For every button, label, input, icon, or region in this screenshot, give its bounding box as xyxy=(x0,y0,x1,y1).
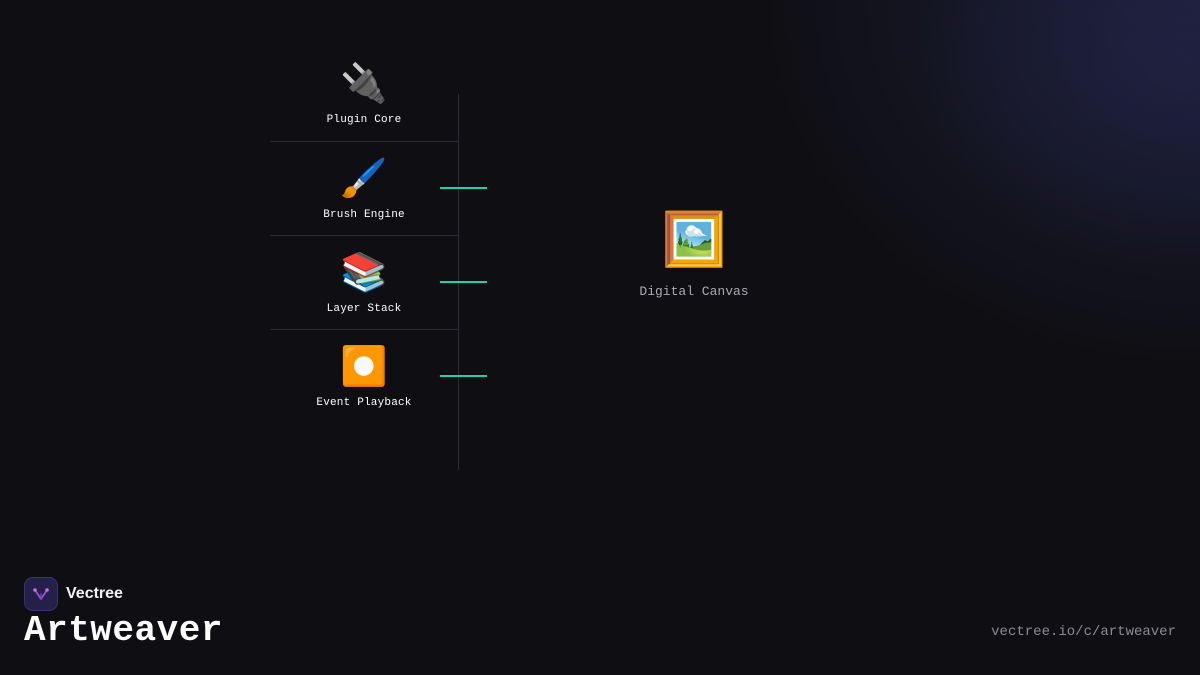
digital-canvas-node: 🖼️ Digital Canvas xyxy=(614,214,774,299)
connector-event-playback xyxy=(440,375,487,377)
canvas-label: Digital Canvas xyxy=(639,284,749,299)
plug-icon: 🔌 xyxy=(340,64,388,108)
books-icon: 📚 xyxy=(340,253,388,297)
module-layer-stack: 📚 Layer Stack xyxy=(270,235,458,330)
paintbrush-icon: 🖌️ xyxy=(340,159,388,203)
module-label: Brush Engine xyxy=(323,208,405,221)
module-event-playback: ⏺️ Event Playback xyxy=(270,329,458,424)
framed-picture-icon: 🖼️ xyxy=(661,214,727,273)
module-label: Event Playback xyxy=(316,396,412,409)
brand: Vectree xyxy=(24,577,123,611)
background-glow xyxy=(0,0,1200,675)
module-label: Layer Stack xyxy=(326,302,402,315)
module-plugin-core: 🔌 Plugin Core xyxy=(270,47,458,141)
project-url[interactable]: vectree.io/c/artweaver xyxy=(991,624,1176,640)
vectree-logo-icon xyxy=(24,577,58,611)
module-label: Plugin Core xyxy=(326,113,402,126)
connector-brush-engine xyxy=(440,187,487,189)
connector-layer-stack xyxy=(440,281,487,283)
project-title: Artweaver xyxy=(24,610,223,651)
record-button-icon: ⏺️ xyxy=(340,347,388,391)
module-brush-engine: 🖌️ Brush Engine xyxy=(270,141,458,236)
brand-name: Vectree xyxy=(66,585,123,602)
